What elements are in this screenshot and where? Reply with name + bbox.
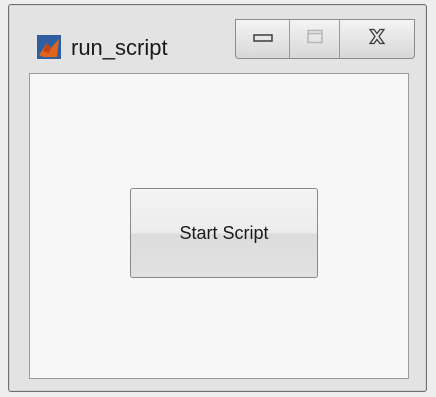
- figure-client-area: Start Script: [29, 73, 409, 379]
- maximize-button[interactable]: [290, 20, 340, 58]
- close-button[interactable]: [340, 20, 414, 58]
- title-bar[interactable]: run_script: [9, 5, 426, 77]
- minimize-icon: [252, 30, 273, 48]
- app-window: run_script Start Script: [8, 4, 427, 392]
- screen: run_script Start Script: [0, 0, 436, 397]
- matlab-icon: [37, 35, 61, 59]
- close-icon: [367, 28, 387, 51]
- caption-buttons: [235, 19, 415, 59]
- window-title: run_script: [71, 35, 168, 60]
- start-script-button[interactable]: Start Script: [130, 188, 318, 278]
- minimize-button[interactable]: [236, 20, 290, 58]
- maximize-icon: [306, 29, 324, 50]
